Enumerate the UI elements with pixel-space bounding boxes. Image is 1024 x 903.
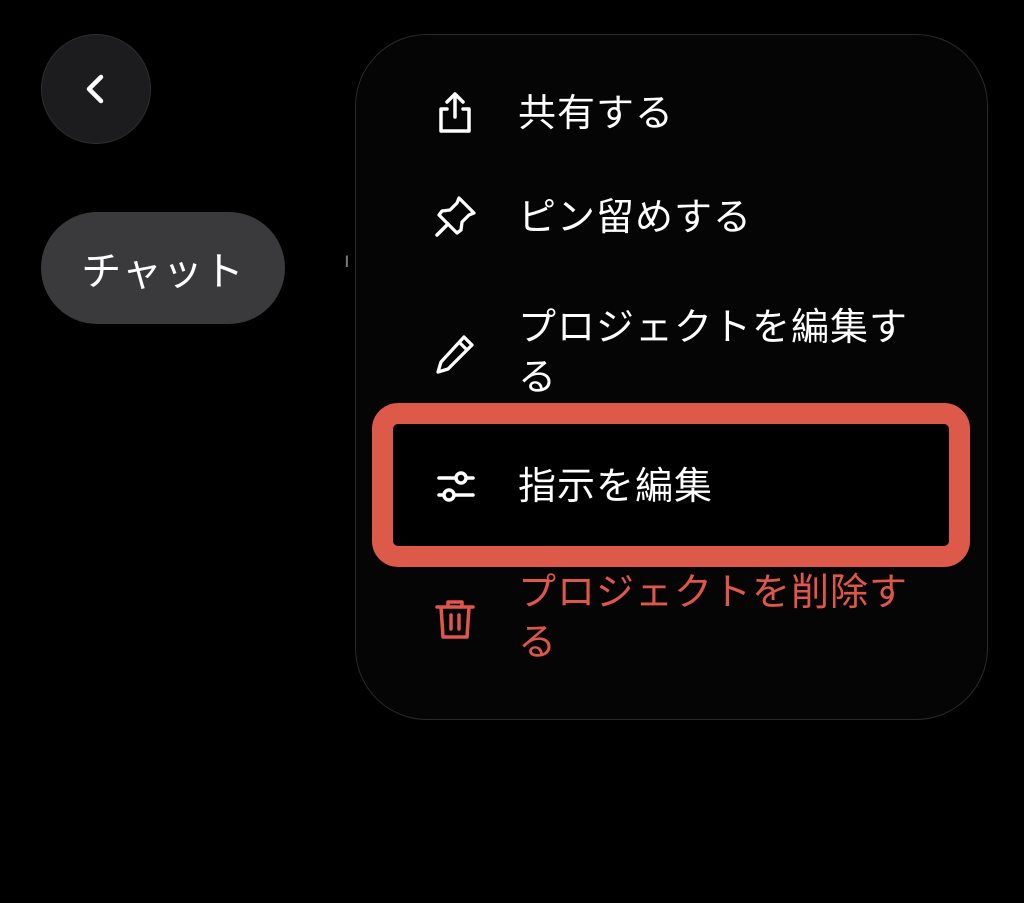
menu-item-edit-instructions[interactable]: 指示を編集 bbox=[430, 461, 918, 511]
menu-item-delete-project[interactable]: プロジェクトを削除する bbox=[430, 567, 918, 667]
menu-item-label: 共有する bbox=[518, 91, 675, 135]
pencil-icon bbox=[430, 329, 480, 379]
menu-item-label: プロジェクトを削除する bbox=[518, 570, 909, 664]
menu-item-pin[interactable]: ピン留めする bbox=[430, 192, 918, 242]
share-icon bbox=[430, 88, 480, 138]
partial-glyph: ᑊ bbox=[344, 250, 350, 283]
menu-item-label: ピン留めする bbox=[518, 195, 753, 239]
chat-chip[interactable]: チャット bbox=[41, 212, 285, 324]
menu-item-label: 指示を編集 bbox=[518, 464, 714, 508]
trash-icon bbox=[430, 594, 480, 644]
menu-item-edit-project[interactable]: プロジェクトを編集する bbox=[430, 302, 918, 402]
pin-icon bbox=[430, 192, 480, 242]
sliders-icon bbox=[430, 461, 480, 511]
menu-item-label: プロジェクトを編集する bbox=[518, 305, 909, 399]
back-button[interactable] bbox=[41, 34, 151, 144]
menu-item-share[interactable]: 共有する bbox=[430, 88, 918, 138]
chat-chip-label: チャット bbox=[81, 249, 245, 295]
chevron-left-icon bbox=[86, 74, 104, 104]
